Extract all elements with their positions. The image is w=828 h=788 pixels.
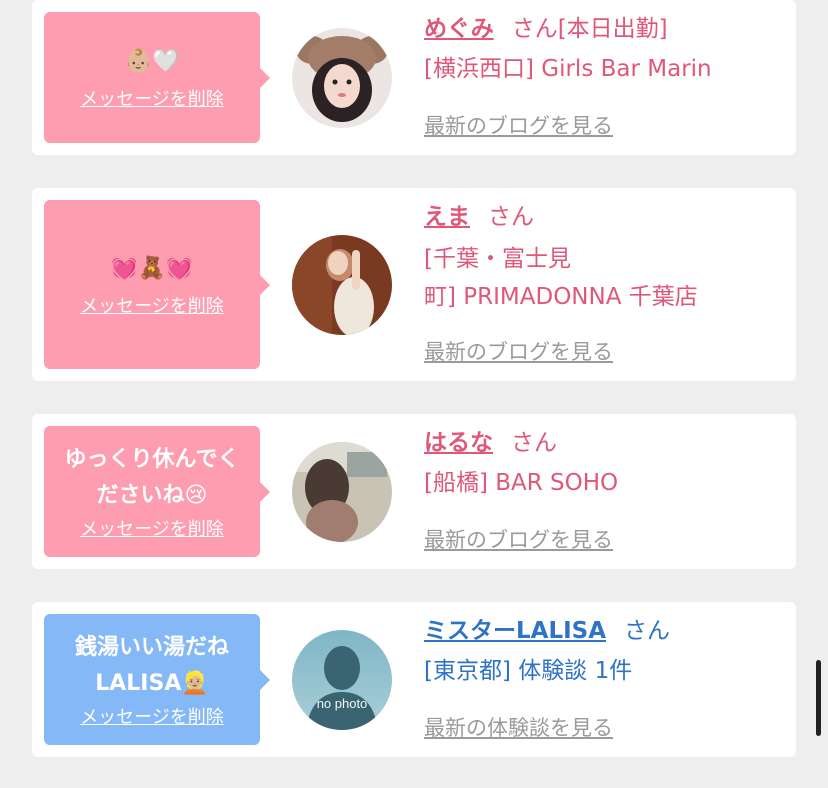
no-photo-label: no photo [316, 696, 368, 711]
shop-name: [東京都] 体験談 1件 [424, 658, 633, 684]
message-bubble: 銭湯いい湯だね LALISA👱🏼 メッセージを削除 [44, 614, 270, 745]
name-suffix: さん[本日出勤] [511, 16, 668, 42]
delete-message-link[interactable]: メッセージを削除 [80, 295, 224, 319]
no-photo-avatar[interactable]: no photo [292, 630, 392, 730]
profile-info: えま さん [千葉・富士見 町] PRIMADONNA 千葉店 [424, 200, 780, 316]
profile-name-link[interactable]: はるな [424, 430, 493, 456]
profile-name-link[interactable]: ミスターLALISA [424, 618, 606, 644]
shop-name: [横浜西口] Girls Bar Marin [424, 56, 712, 82]
message-text-line-1: ゆっくり休んでく [64, 446, 240, 472]
message-card: 銭湯いい湯だね LALISA👱🏼 メッセージを削除 no photo ミスターL… [32, 602, 796, 757]
latest-blog-link[interactable]: 最新のブログを見る [424, 110, 613, 140]
profile-info: めぐみ さん[本日出勤] [横浜西口] Girls Bar Marin [424, 12, 780, 88]
message-text-line-2: LALISA👱🏼 [95, 670, 209, 696]
message-bubble: 👶🏼🤍 メッセージを削除 [44, 12, 270, 143]
latest-blog-link[interactable]: 最新のブログを見る [424, 336, 613, 366]
message-bubble: 💓🧸💓 メッセージを削除 [44, 200, 270, 369]
avatar[interactable] [292, 442, 392, 542]
message-text-line-1: 銭湯いい湯だね [74, 634, 229, 660]
profile-info: はるな さん [船橋] BAR SOHO [424, 426, 780, 502]
name-suffix: さん [624, 618, 671, 644]
profile-name-link[interactable]: めぐみ [424, 16, 494, 42]
scrollbar[interactable] [816, 660, 821, 736]
message-card: 👶🏼🤍 メッセージを削除 めぐみ さん[本日出勤] [横浜西口] Girls Ba… [32, 0, 796, 155]
message-card: 💓🧸💓 メッセージを削除 えま さん [千葉・富士見 町] PRIMADONNA … [32, 188, 796, 381]
avatar[interactable] [292, 28, 392, 128]
latest-blog-link[interactable]: 最新のブログを見る [424, 524, 613, 554]
message-card: ゆっくり休んでく ださいね😢 メッセージを削除 はるな さん [船橋] BAR S… [32, 414, 796, 569]
shop-name-line-2: 町] PRIMADONNA 千葉店 [424, 284, 698, 310]
message-text: 💓🧸💓 [110, 255, 194, 281]
message-bubble: ゆっくり休んでく ださいね😢 メッセージを削除 [44, 426, 270, 557]
message-text: 👶🏼🤍 [124, 48, 180, 74]
name-suffix: さん [488, 204, 534, 230]
avatar[interactable] [292, 235, 392, 335]
profile-name-link[interactable]: えま [424, 204, 470, 230]
shop-name: [船橋] BAR SOHO [424, 470, 619, 496]
delete-message-link[interactable]: メッセージを削除 [80, 88, 224, 112]
delete-message-link[interactable]: メッセージを削除 [80, 706, 224, 730]
latest-review-link[interactable]: 最新の体験談を見る [424, 712, 613, 742]
delete-message-link[interactable]: メッセージを削除 [80, 518, 224, 542]
shop-name-line-1: [千葉・富士見 [424, 246, 571, 272]
profile-info: ミスターLALISA さん [東京都] 体験談 1件 [424, 614, 780, 690]
name-suffix: さん [511, 430, 557, 456]
message-text-line-2: ださいね😢 [96, 482, 208, 508]
